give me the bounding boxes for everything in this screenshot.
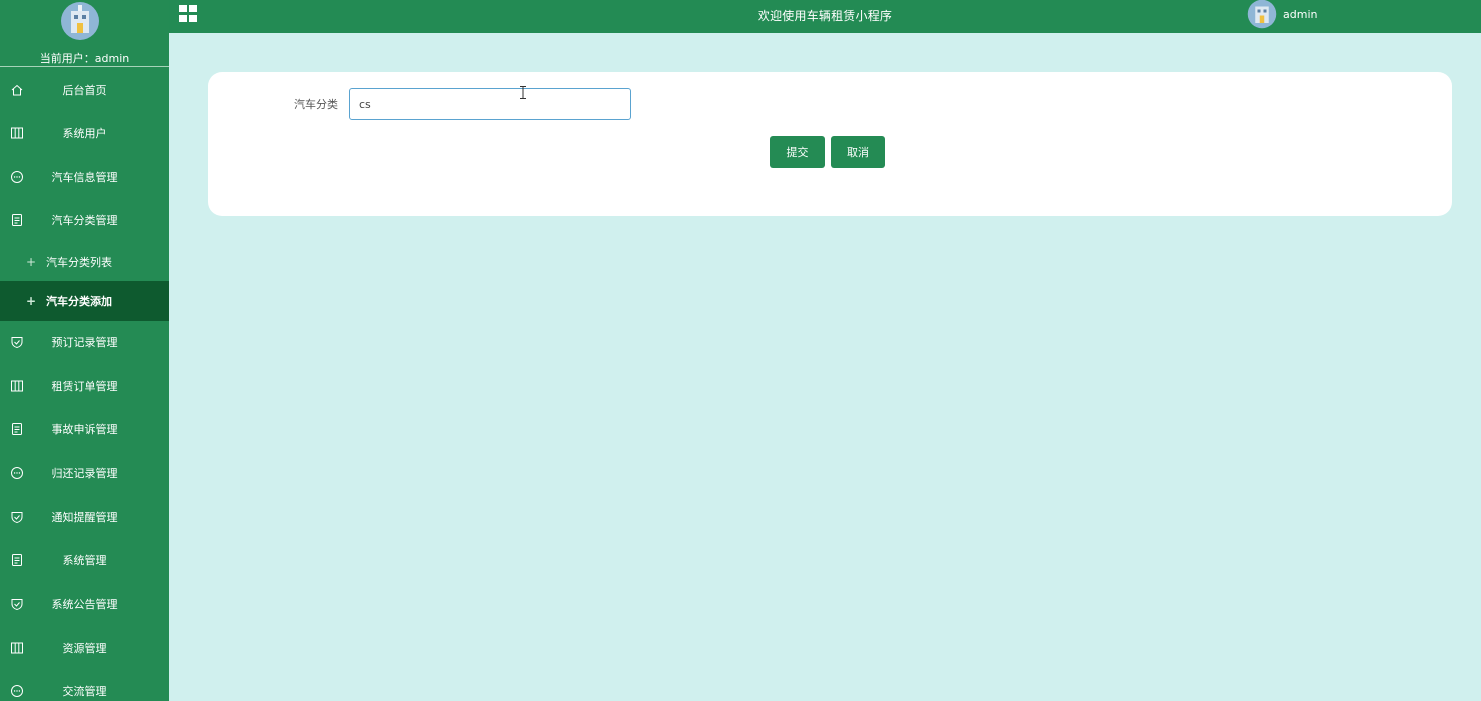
category-label: 汽车分类 — [294, 98, 338, 111]
sidebar-item-label: 汽车分类列表 — [46, 256, 112, 269]
sidebar-item-label: 预订记录管理 — [51, 336, 118, 349]
sidebar-item-resources[interactable]: 资源管理 — [0, 628, 169, 668]
sidebar-item-label: 事故申诉管理 — [51, 423, 118, 436]
cancel-button[interactable]: 取消 — [831, 136, 885, 168]
sidebar-item-rental-orders[interactable]: 租赁订单管理 — [0, 366, 169, 406]
category-input[interactable] — [349, 88, 631, 120]
sidebar-item-label: 资源管理 — [62, 642, 107, 655]
sidebar-item-communication[interactable]: 交流管理 — [0, 671, 169, 701]
logo-avatar — [61, 2, 99, 40]
sidebar-item-return-records[interactable]: 归还记录管理 — [0, 453, 169, 493]
sidebar-item-announcements[interactable]: 系统公告管理 — [0, 584, 169, 624]
sidebar-divider — [0, 66, 169, 67]
sidebar-item-booking-records[interactable]: 预订记录管理 — [0, 322, 169, 362]
sidebar-item-category-list[interactable]: + 汽车分类列表 — [0, 242, 169, 282]
current-user-name: admin — [94, 52, 130, 65]
sidebar-item-car-category[interactable]: 汽车分类管理 — [0, 200, 169, 240]
sidebar-item-home[interactable]: 后台首页 — [0, 70, 169, 110]
sidebar-item-label: 交流管理 — [62, 685, 107, 698]
sidebar-item-car-info[interactable]: 汽车信息管理 — [0, 157, 169, 197]
sidebar-item-label: 汽车分类管理 — [51, 214, 118, 227]
text-cursor-icon — [520, 86, 526, 99]
top-bar: 欢迎使用车辆租赁小程序 admin — [169, 0, 1481, 33]
sidebar-item-label: 汽车分类添加 — [46, 295, 112, 308]
sidebar-item-accident-appeals[interactable]: 事故申诉管理 — [0, 409, 169, 449]
form-card: 汽车分类 提交 取消 — [208, 72, 1452, 216]
submit-button[interactable]: 提交 — [770, 136, 825, 168]
avatar — [1247, 0, 1277, 29]
sidebar-item-label: 汽车信息管理 — [51, 171, 118, 184]
sidebar-item-label: 后台首页 — [62, 84, 107, 97]
sidebar-item-label: 通知提醒管理 — [51, 511, 118, 524]
sidebar-item-label: 系统用户 — [62, 127, 107, 140]
sidebar-item-label: 系统管理 — [62, 554, 107, 567]
sidebar: 当前用户：admin 后台首页 系统用户 汽车信息管理 汽车分类管理 + 汽车分… — [0, 0, 169, 701]
sidebar-item-label: 系统公告管理 — [51, 598, 118, 611]
sidebar-item-label: 租赁订单管理 — [51, 380, 118, 393]
sidebar-item-system-users[interactable]: 系统用户 — [0, 113, 169, 153]
plus-icon: + — [26, 255, 37, 269]
current-user-label: 当前用户： — [39, 52, 95, 65]
user-menu[interactable]: admin — [1247, 0, 1318, 29]
sidebar-item-label: 归还记录管理 — [51, 467, 118, 480]
current-user: 当前用户：admin — [0, 50, 169, 66]
sidebar-item-notifications[interactable]: 通知提醒管理 — [0, 497, 169, 537]
header-username: admin — [1283, 7, 1318, 21]
plus-icon: + — [26, 294, 37, 308]
sidebar-item-system-management[interactable]: 系统管理 — [0, 540, 169, 580]
sidebar-item-category-add[interactable]: + 汽车分类添加 — [0, 281, 169, 321]
